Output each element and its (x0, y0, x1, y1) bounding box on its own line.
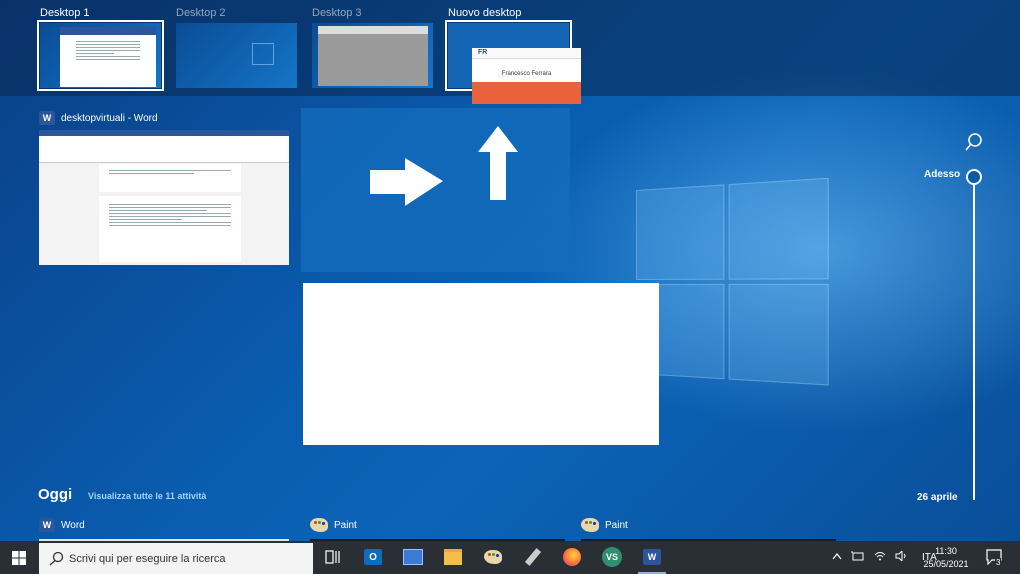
search-icon (49, 551, 64, 565)
taskbar: Scrivi qui per eseguire la ricerca O VS … (0, 541, 1020, 574)
activity-app-label: Paint (334, 519, 357, 531)
activity-app-paint[interactable]: Paint (310, 518, 357, 532)
timeline-now-label: Adesso (924, 169, 961, 180)
search-placeholder: Scrivi qui per eseguire la ricerca (69, 552, 226, 565)
today-heading: Oggi (38, 486, 73, 503)
activity-app-label: Paint (605, 519, 628, 531)
desktop-3-label: Desktop 3 (312, 7, 362, 19)
taskbar-search-box[interactable]: Scrivi qui per eseguire la ricerca (39, 543, 313, 574)
vs-app-icon[interactable]: VS (601, 546, 623, 568)
window-thumbnail-blank[interactable] (303, 283, 659, 445)
view-all-activities-link[interactable]: Visualizza tutte le 11 attività (88, 491, 206, 501)
word-icon[interactable]: W (641, 546, 663, 568)
word-icon: W (39, 111, 55, 125)
outlook-icon[interactable]: O (362, 546, 384, 568)
timeline-handle[interactable] (966, 169, 982, 185)
network-icon[interactable] (851, 550, 865, 565)
paint-icon (310, 518, 328, 532)
activity-app-word[interactable]: W Word (39, 518, 85, 532)
desktop-2-label: Desktop 2 (176, 7, 226, 19)
drag-arrows-icon (370, 126, 518, 206)
paint-icon (581, 518, 599, 532)
start-button[interactable] (0, 541, 38, 574)
search-icon[interactable] (963, 132, 983, 152)
desktop-1-thumbnail[interactable] (37, 20, 164, 91)
usb-drive-icon[interactable] (522, 546, 544, 568)
volume-icon[interactable] (895, 549, 907, 564)
word-window-thumbnail[interactable] (39, 130, 289, 265)
timeline-scrollbar[interactable] (973, 178, 975, 500)
preview-page-title: Francesco Ferrara (501, 71, 552, 77)
desktop-2-thumbnail[interactable] (176, 23, 297, 88)
word-icon: W (39, 518, 55, 532)
task-view-icon[interactable] (322, 546, 344, 568)
windows-icon (12, 550, 26, 565)
desktop-1[interactable]: Desktop 1 (37, 5, 164, 91)
desktop-2[interactable]: Desktop 2 (176, 5, 297, 88)
firefox-icon[interactable] (561, 546, 583, 568)
wifi-icon[interactable] (874, 551, 886, 564)
activity-app-label: Word (61, 519, 85, 531)
desktop-3-thumbnail[interactable] (312, 23, 433, 88)
paint-icon[interactable] (482, 546, 504, 568)
desktop-1-label: Desktop 1 (40, 7, 90, 19)
word-window-title-text: desktopvirtuali - Word (61, 112, 158, 124)
desktop-3[interactable]: Desktop 3 (312, 5, 433, 88)
clock-date: 25/05/2021 (923, 559, 969, 569)
dragged-window-preview[interactable]: FR Francesco Ferrara (472, 48, 581, 104)
file-explorer-icon[interactable] (442, 546, 464, 568)
drop-target-zone (301, 108, 570, 272)
notifications-icon[interactable]: 3 (986, 549, 1002, 570)
clock-time: 11:30 (935, 546, 957, 556)
activity-app-paint-2[interactable]: Paint (581, 518, 628, 532)
windows-logo-wallpaper (636, 177, 836, 393)
timeline-date-label: 26 aprile (917, 492, 958, 503)
word-window-title[interactable]: W desktopvirtuali - Word (39, 111, 158, 125)
taskbar-clock[interactable]: 11:30 25/05/2021 (918, 545, 974, 571)
control-panel-icon[interactable] (402, 546, 424, 568)
chevron-up-icon[interactable] (832, 552, 842, 563)
notification-count-badge: 3 (995, 558, 1002, 567)
new-desktop-label: Nuovo desktop (448, 7, 522, 19)
